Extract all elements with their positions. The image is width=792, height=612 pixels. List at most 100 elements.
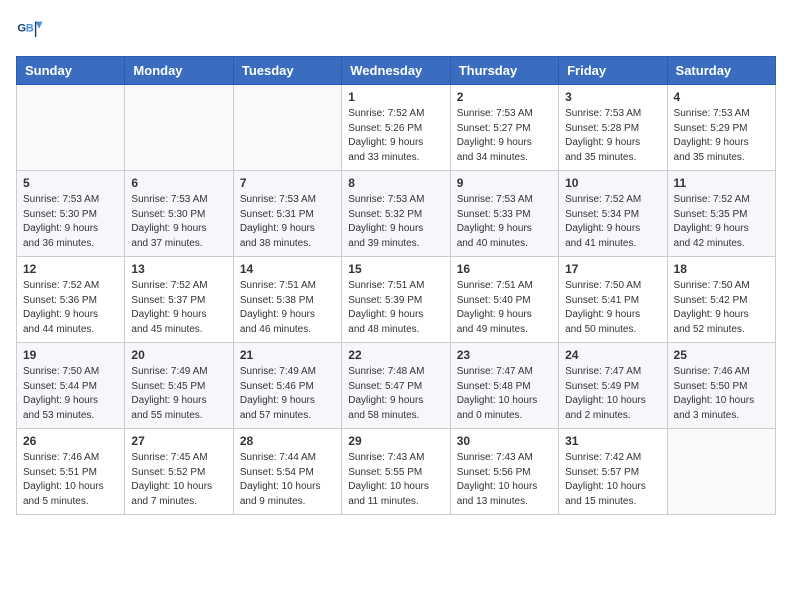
calendar-cell: 4 Sunrise: 7:53 AM Sunset: 5:29 PM Daylig… xyxy=(667,85,775,171)
day-info: Sunrise: 7:49 AM Sunset: 5:46 PM Dayligh… xyxy=(240,365,335,423)
calendar-cell: 20 Sunrise: 7:49 AM Sunset: 5:45 PM Dayli… xyxy=(125,343,233,429)
day-number: 16 xyxy=(457,262,552,276)
day-number: 9 xyxy=(457,176,552,190)
day-info: Sunrise: 7:44 AM Sunset: 5:54 PM Dayligh… xyxy=(240,451,335,509)
calendar-cell: 30Sunrise: 7:43 AM Sunset: 5:56 PM Dayli… xyxy=(450,429,558,515)
calendar-cell: 7 Sunrise: 7:53 AM Sunset: 5:31 PM Daylig… xyxy=(233,171,341,257)
day-number: 21 xyxy=(240,348,335,362)
calendar-cell: 28 Sunrise: 7:44 AM Sunset: 5:54 PM Dayli… xyxy=(233,429,341,515)
calendar-cell: 27Sunrise: 7:45 AM Sunset: 5:52 PM Dayli… xyxy=(125,429,233,515)
weekday-header-friday: Friday xyxy=(559,57,667,85)
day-info: Sunrise: 7:43 AM Sunset: 5:55 PM Dayligh… xyxy=(348,451,443,509)
calendar-week-3: 12Sunrise: 7:52 AM Sunset: 5:36 PM Dayli… xyxy=(17,257,776,343)
day-number: 3 xyxy=(565,90,660,104)
calendar-cell: 29Sunrise: 7:43 AM Sunset: 5:55 PM Dayli… xyxy=(342,429,450,515)
calendar-cell: 2 Sunrise: 7:53 AM Sunset: 5:27 PM Daylig… xyxy=(450,85,558,171)
day-info: Sunrise: 7:53 AM Sunset: 5:32 PM Dayligh… xyxy=(348,193,443,251)
calendar-cell xyxy=(233,85,341,171)
day-number: 6 xyxy=(131,176,226,190)
day-info: Sunrise: 7:53 AM Sunset: 5:33 PM Dayligh… xyxy=(457,193,552,251)
day-number: 22 xyxy=(348,348,443,362)
day-info: Sunrise: 7:52 AM Sunset: 5:26 PM Dayligh… xyxy=(348,107,443,165)
day-number: 2 xyxy=(457,90,552,104)
day-number: 31 xyxy=(565,434,660,448)
day-info: Sunrise: 7:52 AM Sunset: 5:37 PM Dayligh… xyxy=(131,279,226,337)
calendar-cell: 14 Sunrise: 7:51 AM Sunset: 5:38 PM Dayli… xyxy=(233,257,341,343)
day-info: Sunrise: 7:51 AM Sunset: 5:39 PM Dayligh… xyxy=(348,279,443,337)
day-info: Sunrise: 7:47 AM Sunset: 5:48 PM Dayligh… xyxy=(457,365,552,423)
calendar-cell: 10 Sunrise: 7:52 AM Sunset: 5:34 PM Dayli… xyxy=(559,171,667,257)
day-info: Sunrise: 7:53 AM Sunset: 5:27 PM Dayligh… xyxy=(457,107,552,165)
calendar-cell: 19 Sunrise: 7:50 AM Sunset: 5:44 PM Dayli… xyxy=(17,343,125,429)
calendar-week-5: 26 Sunrise: 7:46 AM Sunset: 5:51 PM Dayli… xyxy=(17,429,776,515)
calendar-cell: 12Sunrise: 7:52 AM Sunset: 5:36 PM Dayli… xyxy=(17,257,125,343)
day-number: 15 xyxy=(348,262,443,276)
day-number: 11 xyxy=(674,176,769,190)
day-number: 26 xyxy=(23,434,118,448)
day-number: 5 xyxy=(23,176,118,190)
calendar-cell xyxy=(17,85,125,171)
calendar-cell: 16 Sunrise: 7:51 AM Sunset: 5:40 PM Dayli… xyxy=(450,257,558,343)
calendar-cell: 21 Sunrise: 7:49 AM Sunset: 5:46 PM Dayli… xyxy=(233,343,341,429)
logo-icon: G B xyxy=(16,16,44,44)
weekday-row: SundayMondayTuesdayWednesdayThursdayFrid… xyxy=(17,57,776,85)
day-number: 7 xyxy=(240,176,335,190)
day-number: 24 xyxy=(565,348,660,362)
day-info: Sunrise: 7:52 AM Sunset: 5:35 PM Dayligh… xyxy=(674,193,769,251)
calendar-header: SundayMondayTuesdayWednesdayThursdayFrid… xyxy=(17,57,776,85)
calendar-cell: 24Sunrise: 7:47 AM Sunset: 5:49 PM Dayli… xyxy=(559,343,667,429)
weekday-header-saturday: Saturday xyxy=(667,57,775,85)
weekday-header-tuesday: Tuesday xyxy=(233,57,341,85)
day-number: 27 xyxy=(131,434,226,448)
day-info: Sunrise: 7:52 AM Sunset: 5:36 PM Dayligh… xyxy=(23,279,118,337)
day-info: Sunrise: 7:50 AM Sunset: 5:41 PM Dayligh… xyxy=(565,279,660,337)
day-number: 4 xyxy=(674,90,769,104)
calendar-cell: 17 Sunrise: 7:50 AM Sunset: 5:41 PM Dayli… xyxy=(559,257,667,343)
calendar-week-4: 19 Sunrise: 7:50 AM Sunset: 5:44 PM Dayli… xyxy=(17,343,776,429)
calendar-cell: 18Sunrise: 7:50 AM Sunset: 5:42 PM Dayli… xyxy=(667,257,775,343)
day-number: 17 xyxy=(565,262,660,276)
calendar-cell: 25 Sunrise: 7:46 AM Sunset: 5:50 PM Dayli… xyxy=(667,343,775,429)
day-info: Sunrise: 7:46 AM Sunset: 5:51 PM Dayligh… xyxy=(23,451,118,509)
day-info: Sunrise: 7:46 AM Sunset: 5:50 PM Dayligh… xyxy=(674,365,769,423)
day-info: Sunrise: 7:53 AM Sunset: 5:28 PM Dayligh… xyxy=(565,107,660,165)
calendar-cell: 1Sunrise: 7:52 AM Sunset: 5:26 PM Daylig… xyxy=(342,85,450,171)
logo: G B xyxy=(16,16,48,44)
weekday-header-monday: Monday xyxy=(125,57,233,85)
calendar-cell: 31Sunrise: 7:42 AM Sunset: 5:57 PM Dayli… xyxy=(559,429,667,515)
day-number: 28 xyxy=(240,434,335,448)
day-info: Sunrise: 7:51 AM Sunset: 5:38 PM Dayligh… xyxy=(240,279,335,337)
weekday-header-thursday: Thursday xyxy=(450,57,558,85)
calendar-cell: 3 Sunrise: 7:53 AM Sunset: 5:28 PM Daylig… xyxy=(559,85,667,171)
calendar-week-2: 5 Sunrise: 7:53 AM Sunset: 5:30 PM Daylig… xyxy=(17,171,776,257)
calendar-cell: 8 Sunrise: 7:53 AM Sunset: 5:32 PM Daylig… xyxy=(342,171,450,257)
weekday-header-sunday: Sunday xyxy=(17,57,125,85)
calendar-cell: 5Sunrise: 7:53 AM Sunset: 5:30 PM Daylig… xyxy=(17,171,125,257)
day-number: 8 xyxy=(348,176,443,190)
day-info: Sunrise: 7:53 AM Sunset: 5:29 PM Dayligh… xyxy=(674,107,769,165)
calendar-cell: 22Sunrise: 7:48 AM Sunset: 5:47 PM Dayli… xyxy=(342,343,450,429)
day-info: Sunrise: 7:53 AM Sunset: 5:30 PM Dayligh… xyxy=(131,193,226,251)
calendar-cell xyxy=(125,85,233,171)
calendar-cell: 26 Sunrise: 7:46 AM Sunset: 5:51 PM Dayli… xyxy=(17,429,125,515)
day-info: Sunrise: 7:49 AM Sunset: 5:45 PM Dayligh… xyxy=(131,365,226,423)
day-number: 25 xyxy=(674,348,769,362)
calendar: SundayMondayTuesdayWednesdayThursdayFrid… xyxy=(16,56,776,515)
svg-text:B: B xyxy=(26,22,34,34)
day-number: 10 xyxy=(565,176,660,190)
calendar-cell: 13 Sunrise: 7:52 AM Sunset: 5:37 PM Dayli… xyxy=(125,257,233,343)
calendar-body: 1Sunrise: 7:52 AM Sunset: 5:26 PM Daylig… xyxy=(17,85,776,515)
calendar-cell: 15 Sunrise: 7:51 AM Sunset: 5:39 PM Dayli… xyxy=(342,257,450,343)
day-number: 20 xyxy=(131,348,226,362)
day-number: 13 xyxy=(131,262,226,276)
day-number: 23 xyxy=(457,348,552,362)
weekday-header-wednesday: Wednesday xyxy=(342,57,450,85)
day-info: Sunrise: 7:52 AM Sunset: 5:34 PM Dayligh… xyxy=(565,193,660,251)
day-info: Sunrise: 7:50 AM Sunset: 5:42 PM Dayligh… xyxy=(674,279,769,337)
day-info: Sunrise: 7:51 AM Sunset: 5:40 PM Dayligh… xyxy=(457,279,552,337)
calendar-cell: 9 Sunrise: 7:53 AM Sunset: 5:33 PM Daylig… xyxy=(450,171,558,257)
day-info: Sunrise: 7:53 AM Sunset: 5:31 PM Dayligh… xyxy=(240,193,335,251)
day-number: 19 xyxy=(23,348,118,362)
day-info: Sunrise: 7:50 AM Sunset: 5:44 PM Dayligh… xyxy=(23,365,118,423)
day-number: 14 xyxy=(240,262,335,276)
